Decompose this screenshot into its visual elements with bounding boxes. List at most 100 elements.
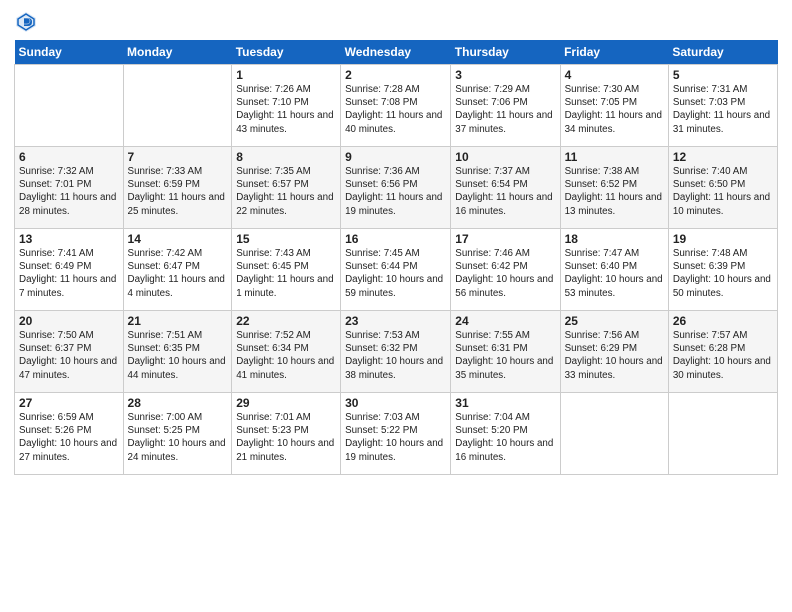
day-number: 5 <box>673 68 773 82</box>
day-number: 7 <box>128 150 228 164</box>
day-cell: 20Sunrise: 7:50 AM Sunset: 6:37 PM Dayli… <box>15 311 124 393</box>
day-cell: 23Sunrise: 7:53 AM Sunset: 6:32 PM Dayli… <box>341 311 451 393</box>
day-cell: 14Sunrise: 7:42 AM Sunset: 6:47 PM Dayli… <box>123 229 232 311</box>
day-number: 19 <box>673 232 773 246</box>
day-number: 9 <box>345 150 446 164</box>
weekday-header-row: SundayMondayTuesdayWednesdayThursdayFrid… <box>15 40 778 65</box>
day-number: 14 <box>128 232 228 246</box>
day-number: 2 <box>345 68 446 82</box>
day-info: Sunrise: 7:28 AM Sunset: 7:08 PM Dayligh… <box>345 83 446 136</box>
week-row-2: 6Sunrise: 7:32 AM Sunset: 7:01 PM Daylig… <box>15 147 778 229</box>
weekday-header-monday: Monday <box>123 40 232 65</box>
header <box>14 10 778 34</box>
day-number: 30 <box>345 396 446 410</box>
day-number: 31 <box>455 396 555 410</box>
day-number: 20 <box>19 314 119 328</box>
day-info: Sunrise: 7:56 AM Sunset: 6:29 PM Dayligh… <box>565 329 664 382</box>
day-info: Sunrise: 7:00 AM Sunset: 5:25 PM Dayligh… <box>128 411 228 464</box>
day-cell <box>15 65 124 147</box>
day-cell: 6Sunrise: 7:32 AM Sunset: 7:01 PM Daylig… <box>15 147 124 229</box>
day-info: Sunrise: 7:52 AM Sunset: 6:34 PM Dayligh… <box>236 329 336 382</box>
day-info: Sunrise: 7:38 AM Sunset: 6:52 PM Dayligh… <box>565 165 664 218</box>
day-number: 29 <box>236 396 336 410</box>
day-number: 16 <box>345 232 446 246</box>
day-number: 26 <box>673 314 773 328</box>
weekday-header-tuesday: Tuesday <box>232 40 341 65</box>
day-info: Sunrise: 7:40 AM Sunset: 6:50 PM Dayligh… <box>673 165 773 218</box>
day-number: 8 <box>236 150 336 164</box>
day-cell: 13Sunrise: 7:41 AM Sunset: 6:49 PM Dayli… <box>15 229 124 311</box>
day-cell: 7Sunrise: 7:33 AM Sunset: 6:59 PM Daylig… <box>123 147 232 229</box>
day-cell: 12Sunrise: 7:40 AM Sunset: 6:50 PM Dayli… <box>668 147 777 229</box>
day-number: 23 <box>345 314 446 328</box>
day-cell: 3Sunrise: 7:29 AM Sunset: 7:06 PM Daylig… <box>451 65 560 147</box>
day-number: 27 <box>19 396 119 410</box>
day-cell: 31Sunrise: 7:04 AM Sunset: 5:20 PM Dayli… <box>451 393 560 475</box>
day-info: Sunrise: 7:45 AM Sunset: 6:44 PM Dayligh… <box>345 247 446 300</box>
day-cell: 15Sunrise: 7:43 AM Sunset: 6:45 PM Dayli… <box>232 229 341 311</box>
day-cell <box>560 393 668 475</box>
day-info: Sunrise: 7:48 AM Sunset: 6:39 PM Dayligh… <box>673 247 773 300</box>
day-info: Sunrise: 7:30 AM Sunset: 7:05 PM Dayligh… <box>565 83 664 136</box>
day-cell: 5Sunrise: 7:31 AM Sunset: 7:03 PM Daylig… <box>668 65 777 147</box>
day-cell: 10Sunrise: 7:37 AM Sunset: 6:54 PM Dayli… <box>451 147 560 229</box>
week-row-5: 27Sunrise: 6:59 AM Sunset: 5:26 PM Dayli… <box>15 393 778 475</box>
day-info: Sunrise: 7:26 AM Sunset: 7:10 PM Dayligh… <box>236 83 336 136</box>
day-info: Sunrise: 7:57 AM Sunset: 6:28 PM Dayligh… <box>673 329 773 382</box>
week-row-4: 20Sunrise: 7:50 AM Sunset: 6:37 PM Dayli… <box>15 311 778 393</box>
day-cell <box>668 393 777 475</box>
weekday-header-saturday: Saturday <box>668 40 777 65</box>
day-cell: 25Sunrise: 7:56 AM Sunset: 6:29 PM Dayli… <box>560 311 668 393</box>
day-number: 24 <box>455 314 555 328</box>
day-cell: 21Sunrise: 7:51 AM Sunset: 6:35 PM Dayli… <box>123 311 232 393</box>
day-number: 13 <box>19 232 119 246</box>
day-cell: 26Sunrise: 7:57 AM Sunset: 6:28 PM Dayli… <box>668 311 777 393</box>
day-info: Sunrise: 7:32 AM Sunset: 7:01 PM Dayligh… <box>19 165 119 218</box>
day-info: Sunrise: 7:46 AM Sunset: 6:42 PM Dayligh… <box>455 247 555 300</box>
day-cell: 28Sunrise: 7:00 AM Sunset: 5:25 PM Dayli… <box>123 393 232 475</box>
day-number: 4 <box>565 68 664 82</box>
day-info: Sunrise: 7:33 AM Sunset: 6:59 PM Dayligh… <box>128 165 228 218</box>
day-info: Sunrise: 7:01 AM Sunset: 5:23 PM Dayligh… <box>236 411 336 464</box>
day-info: Sunrise: 7:31 AM Sunset: 7:03 PM Dayligh… <box>673 83 773 136</box>
day-number: 6 <box>19 150 119 164</box>
day-cell: 8Sunrise: 7:35 AM Sunset: 6:57 PM Daylig… <box>232 147 341 229</box>
day-info: Sunrise: 7:29 AM Sunset: 7:06 PM Dayligh… <box>455 83 555 136</box>
day-cell: 9Sunrise: 7:36 AM Sunset: 6:56 PM Daylig… <box>341 147 451 229</box>
weekday-header-sunday: Sunday <box>15 40 124 65</box>
day-info: Sunrise: 7:50 AM Sunset: 6:37 PM Dayligh… <box>19 329 119 382</box>
day-number: 18 <box>565 232 664 246</box>
day-info: Sunrise: 7:47 AM Sunset: 6:40 PM Dayligh… <box>565 247 664 300</box>
day-cell: 24Sunrise: 7:55 AM Sunset: 6:31 PM Dayli… <box>451 311 560 393</box>
day-info: Sunrise: 7:04 AM Sunset: 5:20 PM Dayligh… <box>455 411 555 464</box>
weekday-header-thursday: Thursday <box>451 40 560 65</box>
day-cell: 19Sunrise: 7:48 AM Sunset: 6:39 PM Dayli… <box>668 229 777 311</box>
day-number: 17 <box>455 232 555 246</box>
week-row-3: 13Sunrise: 7:41 AM Sunset: 6:49 PM Dayli… <box>15 229 778 311</box>
weekday-header-friday: Friday <box>560 40 668 65</box>
day-cell: 4Sunrise: 7:30 AM Sunset: 7:05 PM Daylig… <box>560 65 668 147</box>
day-info: Sunrise: 7:37 AM Sunset: 6:54 PM Dayligh… <box>455 165 555 218</box>
page-container: SundayMondayTuesdayWednesdayThursdayFrid… <box>0 0 792 481</box>
day-info: Sunrise: 7:53 AM Sunset: 6:32 PM Dayligh… <box>345 329 446 382</box>
day-info: Sunrise: 7:03 AM Sunset: 5:22 PM Dayligh… <box>345 411 446 464</box>
logo-icon <box>14 10 38 34</box>
day-info: Sunrise: 7:43 AM Sunset: 6:45 PM Dayligh… <box>236 247 336 300</box>
day-info: Sunrise: 7:42 AM Sunset: 6:47 PM Dayligh… <box>128 247 228 300</box>
day-number: 12 <box>673 150 773 164</box>
day-info: Sunrise: 7:35 AM Sunset: 6:57 PM Dayligh… <box>236 165 336 218</box>
day-info: Sunrise: 7:41 AM Sunset: 6:49 PM Dayligh… <box>19 247 119 300</box>
day-number: 10 <box>455 150 555 164</box>
day-cell: 30Sunrise: 7:03 AM Sunset: 5:22 PM Dayli… <box>341 393 451 475</box>
day-number: 28 <box>128 396 228 410</box>
day-cell: 22Sunrise: 7:52 AM Sunset: 6:34 PM Dayli… <box>232 311 341 393</box>
day-number: 11 <box>565 150 664 164</box>
weekday-header-wednesday: Wednesday <box>341 40 451 65</box>
day-number: 21 <box>128 314 228 328</box>
day-cell: 11Sunrise: 7:38 AM Sunset: 6:52 PM Dayli… <box>560 147 668 229</box>
day-info: Sunrise: 7:55 AM Sunset: 6:31 PM Dayligh… <box>455 329 555 382</box>
logo <box>14 10 42 34</box>
day-number: 25 <box>565 314 664 328</box>
day-cell: 17Sunrise: 7:46 AM Sunset: 6:42 PM Dayli… <box>451 229 560 311</box>
day-cell: 27Sunrise: 6:59 AM Sunset: 5:26 PM Dayli… <box>15 393 124 475</box>
